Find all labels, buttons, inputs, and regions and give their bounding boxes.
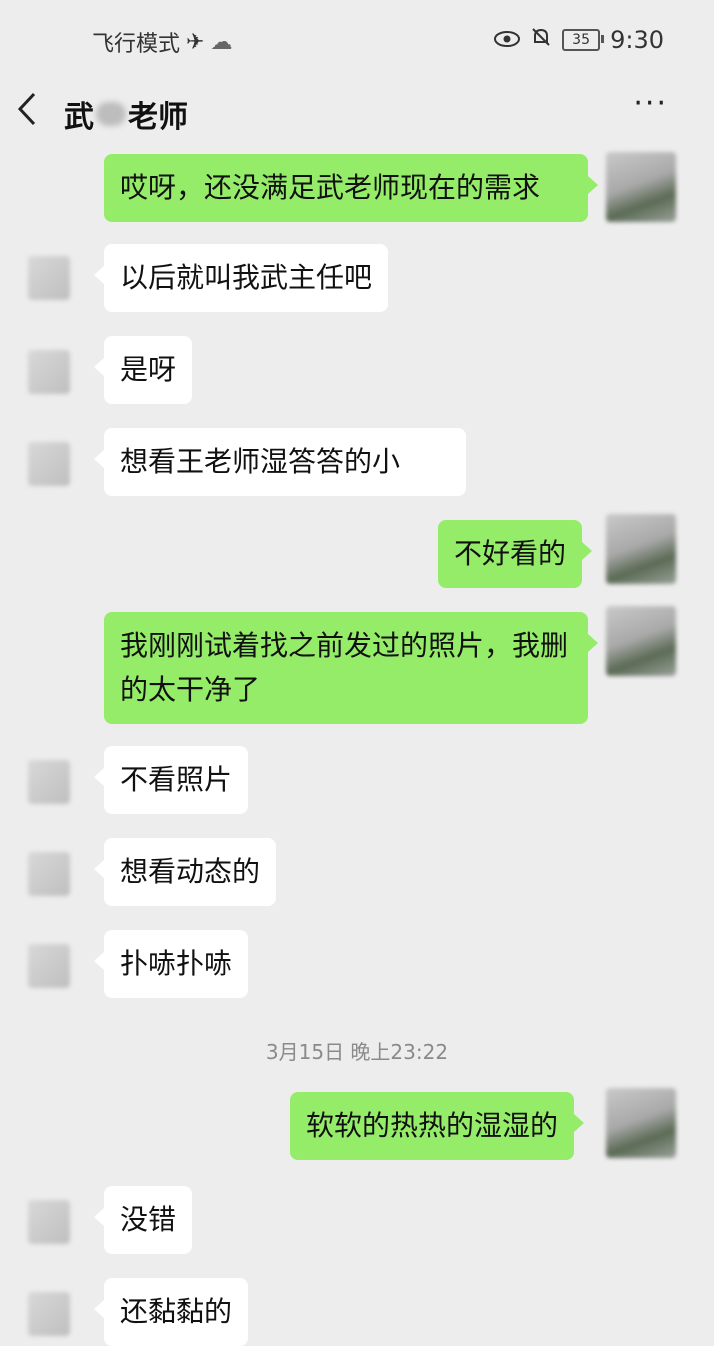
message-timestamp: 3月15日 晚上23:22 (265, 1040, 449, 1064)
contact-avatar[interactable] (28, 442, 70, 486)
my-avatar[interactable] (606, 514, 676, 584)
contact-avatar[interactable] (28, 944, 70, 988)
message-bubble-outgoing[interactable]: 哎呀，还没满足武老师现在的需求 (104, 154, 598, 222)
message-bubble-incoming[interactable]: 扑哧扑哧 (93, 930, 249, 998)
contact-avatar[interactable] (28, 256, 70, 300)
contact-avatar[interactable] (28, 760, 70, 804)
message-bubble-incoming[interactable]: 想看王老师湿答答的小 (94, 428, 466, 496)
message-bubble-incoming[interactable]: 还黏黏的 (93, 1278, 249, 1346)
contact-avatar[interactable] (28, 350, 70, 394)
message-bubble-outgoing[interactable]: 我刚刚试着找之前发过的照片，我删的太干净了 (104, 612, 598, 724)
message-bubble-incoming[interactable]: 想看动态的 (93, 838, 277, 906)
message-bubble-outgoing[interactable]: 不好看的 (438, 520, 593, 588)
message-bubble-incoming[interactable]: 是呀 (93, 336, 193, 404)
contact-avatar[interactable] (28, 1200, 70, 1244)
message-bubble-incoming[interactable]: 以后就叫我武主任吧 (93, 244, 389, 312)
message-bubble-incoming[interactable]: 没错 (93, 1186, 193, 1254)
my-avatar[interactable] (606, 1088, 676, 1158)
my-avatar[interactable] (606, 152, 676, 222)
message-bubble-incoming[interactable]: 不看照片 (93, 746, 249, 814)
my-avatar[interactable] (606, 606, 676, 676)
contact-avatar[interactable] (28, 852, 70, 896)
message-list: 哎呀，还没满足武老师现在的需求 以后就叫我武主任吧 是呀 想看王老师湿答答的小 … (0, 0, 714, 1346)
contact-avatar[interactable] (28, 1292, 70, 1336)
message-bubble-outgoing[interactable]: 软软的热热的湿湿的 (290, 1092, 585, 1160)
